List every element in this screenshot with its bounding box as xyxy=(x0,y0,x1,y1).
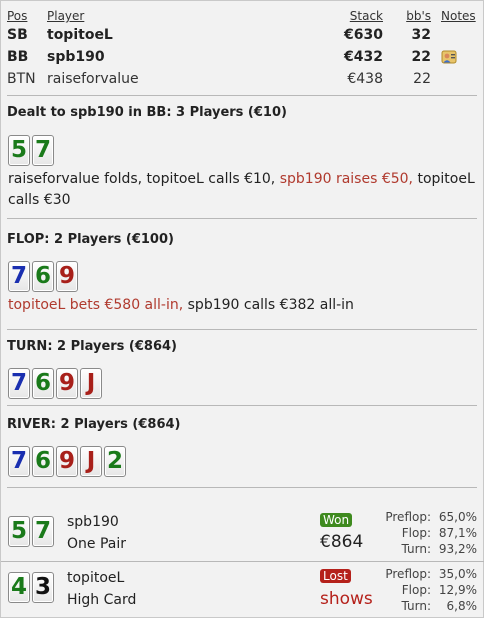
player-pos: SB xyxy=(7,27,28,43)
won-amount: €864 xyxy=(320,532,364,552)
action-text: spb190 calls €382 all-in xyxy=(183,297,354,313)
player-row-btn[interactable]: BTN raiseforvalue €438 22 xyxy=(1,71,484,93)
card: 6 xyxy=(32,446,54,477)
divider xyxy=(7,405,477,406)
equity-label: Flop: xyxy=(401,526,431,540)
card: 3 xyxy=(32,572,54,603)
river-title: RIVER: 2 Players (€864) xyxy=(7,417,181,432)
player-pos: BB xyxy=(7,49,29,65)
equity-value: 6,8% xyxy=(446,599,478,613)
river-cards: 7 6 9 J 2 xyxy=(8,446,126,477)
notes-header[interactable]: Notes xyxy=(441,9,476,23)
equity-value: 12,9% xyxy=(438,583,477,597)
bbs-header[interactable]: bb's xyxy=(406,9,431,23)
card: 5 xyxy=(8,516,30,547)
equity-value: 87,1% xyxy=(438,526,477,540)
villain-bet-text: topitoeL bets €580 all-in, xyxy=(8,297,184,313)
pos-header[interactable]: Pos xyxy=(7,9,27,23)
turn-title: TURN: 2 Players (€864) xyxy=(7,339,177,354)
card: 5 xyxy=(8,135,30,166)
result-row-winner: 5 7 spb190 One Pair Won €864 Preflop: Fl… xyxy=(1,509,484,561)
card: J xyxy=(80,446,102,477)
user-note-icon[interactable] xyxy=(441,50,457,68)
hand-history-panel: Pos Player Stack bb's Notes SB topitoeL … xyxy=(0,0,484,618)
preflop-title: Dealt to spb190 in BB: 3 Players (€10) xyxy=(7,105,287,120)
player-stack: €438 xyxy=(347,71,383,87)
card: 6 xyxy=(32,261,54,292)
action-text: raiseforvalue folds, topitoeL calls €10, xyxy=(8,171,280,187)
player-bbs: 22 xyxy=(413,71,431,87)
loser-name: topitoeL xyxy=(67,570,125,586)
winner-name: spb190 xyxy=(67,514,119,530)
card: 7 xyxy=(32,135,54,166)
equity-values: 35,0% 12,9% 6,8% xyxy=(439,566,477,614)
flop-actions: topitoeL bets €580 all-in, spb190 calls … xyxy=(8,295,478,316)
equity-labels: Preflop: Flop: Turn: xyxy=(385,509,431,557)
equity-label: Turn: xyxy=(401,599,431,613)
player-name: topitoeL xyxy=(47,27,113,43)
card: 7 xyxy=(8,446,30,477)
card: 7 xyxy=(8,261,30,292)
card: J xyxy=(80,368,102,399)
flop-cards: 7 6 9 xyxy=(8,261,78,292)
divider xyxy=(1,561,484,562)
divider xyxy=(7,487,477,488)
player-row-sb[interactable]: SB topitoeL €630 32 xyxy=(1,27,484,49)
equity-value: 93,2% xyxy=(438,542,477,556)
equity-label: Turn: xyxy=(401,542,431,556)
preflop-actions: raiseforvalue folds, topitoeL calls €10,… xyxy=(8,169,478,211)
lost-badge: Lost xyxy=(320,569,351,583)
card: 7 xyxy=(32,516,54,547)
divider xyxy=(7,218,477,219)
player-bbs: 22 xyxy=(411,49,431,65)
card: 2 xyxy=(104,446,126,477)
player-stack: €630 xyxy=(344,27,383,43)
card: 6 xyxy=(32,368,54,399)
flop-title: FLOP: 2 Players (€100) xyxy=(7,232,174,247)
equity-label: Preflop: xyxy=(385,510,431,524)
divider xyxy=(7,95,477,96)
stack-header[interactable]: Stack xyxy=(350,9,383,23)
won-badge: Won xyxy=(320,513,353,527)
divider xyxy=(7,329,477,330)
player-header[interactable]: Player xyxy=(47,9,84,23)
winner-hand-rank: One Pair xyxy=(67,536,126,552)
player-stack: €432 xyxy=(344,49,383,65)
player-bbs: 32 xyxy=(411,27,431,43)
result-row-loser: 4 3 topitoeL High Card Lost shows Preflo… xyxy=(1,565,484,617)
card: 9 xyxy=(56,446,78,477)
equity-values: 65,0% 87,1% 93,2% xyxy=(439,509,477,557)
card: 7 xyxy=(8,368,30,399)
equity-label: Flop: xyxy=(401,583,431,597)
loser-hole-cards: 4 3 xyxy=(8,572,54,603)
winner-hole-cards: 5 7 xyxy=(8,516,54,547)
hero-raise-text: spb190 raises €50, xyxy=(279,171,414,187)
equity-labels: Preflop: Flop: Turn: xyxy=(385,566,431,614)
equity-value: 35,0% xyxy=(438,567,477,581)
card: 4 xyxy=(8,572,30,603)
equity-label: Preflop: xyxy=(385,567,431,581)
player-name: spb190 xyxy=(47,49,105,65)
shows-text: shows xyxy=(320,589,373,609)
turn-cards: 7 6 9 J xyxy=(8,368,102,399)
player-name: raiseforvalue xyxy=(47,71,139,87)
card: 9 xyxy=(56,368,78,399)
preflop-hole-cards: 5 7 xyxy=(8,135,54,166)
player-row-bb[interactable]: BB spb190 €432 22 xyxy=(1,49,484,71)
loser-hand-rank: High Card xyxy=(67,592,137,608)
card: 9 xyxy=(56,261,78,292)
equity-value: 65,0% xyxy=(438,510,477,524)
player-pos: BTN xyxy=(7,71,36,87)
